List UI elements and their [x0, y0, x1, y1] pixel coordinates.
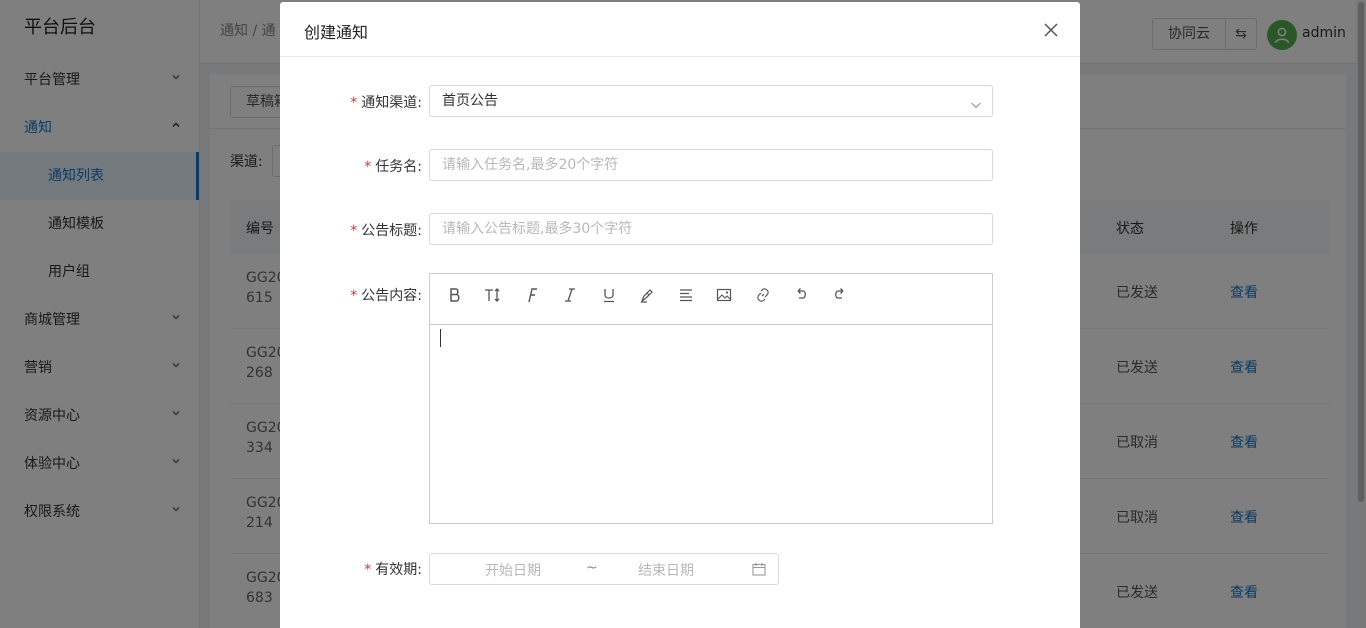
label-text: 公告标题:	[361, 223, 422, 239]
start-date-input[interactable]: 开始日期	[485, 560, 541, 580]
date-range-separator: ~	[586, 560, 598, 576]
rich-text-editor	[429, 273, 993, 524]
redo-icon[interactable]	[827, 286, 853, 312]
italic-icon[interactable]	[557, 286, 583, 312]
required-mark: *	[364, 159, 372, 175]
channel-selected-value: 首页公告	[442, 93, 498, 109]
validity-label: * 有效期:	[280, 559, 422, 579]
channel-label: * 通知渠道:	[280, 92, 422, 112]
font-family-icon[interactable]	[519, 286, 545, 312]
required-mark: *	[350, 223, 358, 239]
chevron-down-icon	[970, 93, 982, 123]
required-mark: *	[350, 95, 358, 111]
undo-icon[interactable]	[788, 286, 814, 312]
create-notice-modal: 创建通知 *通知渠道: 首页公告 *任务名: *公告标题: *公告内容:	[280, 2, 1080, 628]
notice-title-input[interactable]	[429, 213, 993, 245]
label-text: 公告内容:	[361, 288, 422, 304]
end-date-input[interactable]: 结束日期	[638, 560, 694, 580]
notice-title-label: * 公告标题:	[280, 220, 422, 240]
label-text: 任务名:	[375, 159, 422, 175]
content-label: * 公告内容:	[280, 285, 422, 305]
required-mark: *	[364, 562, 372, 578]
link-icon[interactable]	[750, 286, 776, 312]
modal-header: 创建通知	[280, 2, 1080, 57]
highlight-icon[interactable]	[634, 286, 660, 312]
task-name-label: * 任务名:	[280, 156, 422, 176]
bold-icon[interactable]	[442, 286, 468, 312]
label-text: 通知渠道:	[361, 95, 422, 111]
modal-title: 创建通知	[304, 23, 369, 42]
editor-content-area[interactable]	[430, 325, 992, 523]
calendar-icon	[752, 562, 766, 580]
channel-select[interactable]: 首页公告	[429, 85, 993, 117]
align-icon[interactable]	[673, 286, 699, 312]
close-icon[interactable]	[1040, 19, 1062, 41]
task-name-input[interactable]	[429, 149, 993, 181]
required-mark: *	[350, 288, 358, 304]
text-caret	[440, 329, 441, 347]
editor-toolbar	[430, 274, 992, 325]
label-text: 有效期:	[375, 562, 422, 578]
image-icon[interactable]	[711, 286, 737, 312]
font-size-icon[interactable]	[480, 286, 506, 312]
validity-date-range[interactable]: 开始日期 ~ 结束日期	[429, 553, 779, 585]
underline-icon[interactable]	[596, 286, 622, 312]
